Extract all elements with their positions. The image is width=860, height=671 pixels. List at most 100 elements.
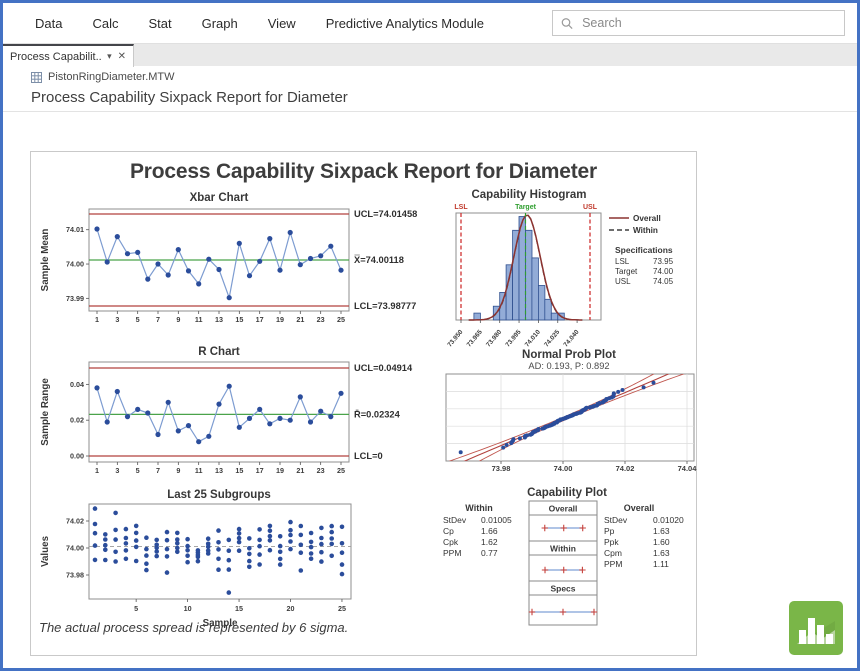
svg-text:1.63: 1.63 [653, 526, 670, 536]
svg-text:11: 11 [195, 466, 203, 475]
svg-text:74.00: 74.00 [66, 544, 84, 553]
search-icon [561, 17, 573, 30]
worksheet-name: PistonRingDiameter.MTW [48, 71, 175, 83]
svg-text:X̿=74.00118: X̿=74.00118 [354, 254, 404, 265]
menu-item-calc[interactable]: Calc [92, 16, 118, 31]
svg-text:3: 3 [115, 315, 119, 324]
svg-text:USL: USL [583, 204, 598, 211]
normal-prob-plot-panel[interactable]: Normal Prob PlotAD: 0.193, P: 0.89273.98… [441, 347, 697, 482]
menu-item-graph[interactable]: Graph [202, 16, 238, 31]
svg-text:LSL: LSL [454, 204, 468, 211]
svg-text:1: 1 [95, 315, 99, 324]
menu-item-stat[interactable]: Stat [148, 16, 171, 31]
worksheet-grid-icon [31, 72, 42, 83]
svg-text:Target: Target [515, 204, 537, 211]
svg-text:19: 19 [276, 315, 284, 324]
svg-text:25: 25 [338, 604, 346, 613]
svg-text:74.02: 74.02 [66, 517, 84, 526]
svg-text:74.00: 74.00 [554, 464, 573, 473]
svg-text:1: 1 [95, 466, 99, 475]
svg-text:9: 9 [176, 466, 180, 475]
menu-item-view[interactable]: View [268, 16, 296, 31]
svg-text:73.980: 73.980 [485, 328, 503, 347]
search-input[interactable] [580, 15, 836, 31]
search-box[interactable] [552, 10, 845, 36]
svg-text:PPM: PPM [604, 559, 622, 569]
svg-text:StDev: StDev [443, 515, 467, 525]
svg-text:1.66: 1.66 [481, 526, 498, 536]
svg-text:1.60: 1.60 [653, 537, 670, 547]
svg-text:5: 5 [134, 604, 138, 613]
tab-close-icon[interactable]: ✕ [118, 51, 126, 62]
svg-text:74.01: 74.01 [66, 225, 84, 234]
svg-text:Capability Histogram: Capability Histogram [471, 189, 586, 201]
svg-text:73.98: 73.98 [66, 571, 84, 580]
svg-text:73.965: 73.965 [466, 328, 484, 347]
svg-text:5: 5 [136, 315, 140, 324]
worksheet-row[interactable]: PistonRingDiameter.MTW [31, 71, 175, 83]
tab-dropdown-icon[interactable]: ▾ [107, 51, 112, 62]
svg-text:Values: Values [40, 535, 51, 567]
svg-text:Overall: Overall [549, 504, 578, 514]
svg-text:25: 25 [337, 466, 345, 475]
svg-text:74.00: 74.00 [653, 267, 674, 276]
report-footnote: The actual process spread is represented… [39, 620, 348, 635]
svg-text:11: 11 [195, 315, 203, 324]
svg-text:5: 5 [136, 466, 140, 475]
svg-text:3: 3 [115, 466, 119, 475]
capability-histogram-panel[interactable]: Capability HistogramLSLTargetUSL73.95073… [441, 187, 697, 352]
svg-text:74.00: 74.00 [66, 260, 84, 269]
svg-text:StDev: StDev [604, 515, 628, 525]
report-title: Process Capability Sixpack Report for Di… [31, 160, 696, 184]
svg-text:21: 21 [296, 315, 304, 324]
svg-text:0.01005: 0.01005 [481, 515, 512, 525]
svg-text:0.01020: 0.01020 [653, 515, 684, 525]
svg-text:20: 20 [287, 604, 295, 613]
svg-text:7: 7 [156, 466, 160, 475]
svg-text:Last 25 Subgroups: Last 25 Subgroups [167, 489, 271, 501]
svg-text:74.04: 74.04 [678, 464, 697, 473]
svg-text:73.95: 73.95 [653, 257, 674, 266]
svg-text:Cpk: Cpk [443, 537, 459, 547]
svg-text:13: 13 [215, 315, 223, 324]
svg-text:R̄=0.02324: R̄=0.02324 [354, 409, 401, 419]
content-divider [3, 111, 857, 112]
svg-text:Within: Within [465, 503, 492, 513]
svg-text:Cp: Cp [443, 526, 454, 536]
svg-text:21: 21 [296, 466, 304, 475]
capability-plot-panel[interactable]: Capability PlotOverallWithinSpecsWithinS… [441, 485, 697, 642]
svg-text:Sample Range: Sample Range [40, 378, 51, 446]
svg-text:9: 9 [176, 315, 180, 324]
tab-bar: Process Capabilit... ▾ ✕ [3, 43, 857, 66]
svg-text:25: 25 [337, 315, 345, 324]
svg-text:7: 7 [156, 315, 160, 324]
tab-label: Process Capabilit... [10, 51, 101, 63]
svg-text:74.010: 74.010 [524, 328, 542, 347]
xbar-chart-panel[interactable]: Xbar Chart73.9974.0074.01135791113151719… [34, 188, 434, 345]
svg-text:15: 15 [235, 315, 243, 324]
svg-text:Xbar Chart: Xbar Chart [190, 192, 249, 204]
svg-text:74.040: 74.040 [562, 328, 580, 347]
svg-text:1.11: 1.11 [653, 559, 669, 569]
minitab-window: Data Calc Stat Graph View Predictive Analytic… [0, 0, 860, 671]
svg-text:LCL=73.98777: LCL=73.98777 [354, 301, 416, 311]
r-chart-panel[interactable]: R Chart0.000.020.04135791113151719212325… [34, 342, 434, 482]
svg-text:74.025: 74.025 [543, 328, 561, 347]
svg-text:10: 10 [184, 604, 192, 613]
svg-text:Cpm: Cpm [604, 548, 622, 558]
svg-text:Overall: Overall [633, 214, 661, 223]
svg-text:AD: 0.193, P: 0.892: AD: 0.193, P: 0.892 [528, 361, 609, 371]
svg-text:73.995: 73.995 [504, 328, 522, 347]
menu-item-predictive-analytics-module[interactable]: Predictive Analytics Module [326, 16, 484, 31]
svg-text:PPM: PPM [443, 548, 461, 558]
svg-text:Specs: Specs [550, 584, 575, 594]
menu-item-data[interactable]: Data [35, 16, 62, 31]
last25-subgroups-panel[interactable]: Last 25 Subgroups 73.98 74.00 74.02 5 10 15 20 2… [34, 485, 434, 642]
svg-text:UCL=74.01458: UCL=74.01458 [354, 209, 417, 219]
svg-text:0.77: 0.77 [481, 548, 498, 558]
svg-text:19: 19 [276, 466, 284, 475]
tab-process-capability[interactable]: Process Capabilit... ▾ ✕ [3, 44, 134, 67]
svg-text:23: 23 [317, 466, 325, 475]
svg-text:15: 15 [235, 604, 243, 613]
svg-text:Normal Prob Plot: Normal Prob Plot [522, 349, 616, 361]
